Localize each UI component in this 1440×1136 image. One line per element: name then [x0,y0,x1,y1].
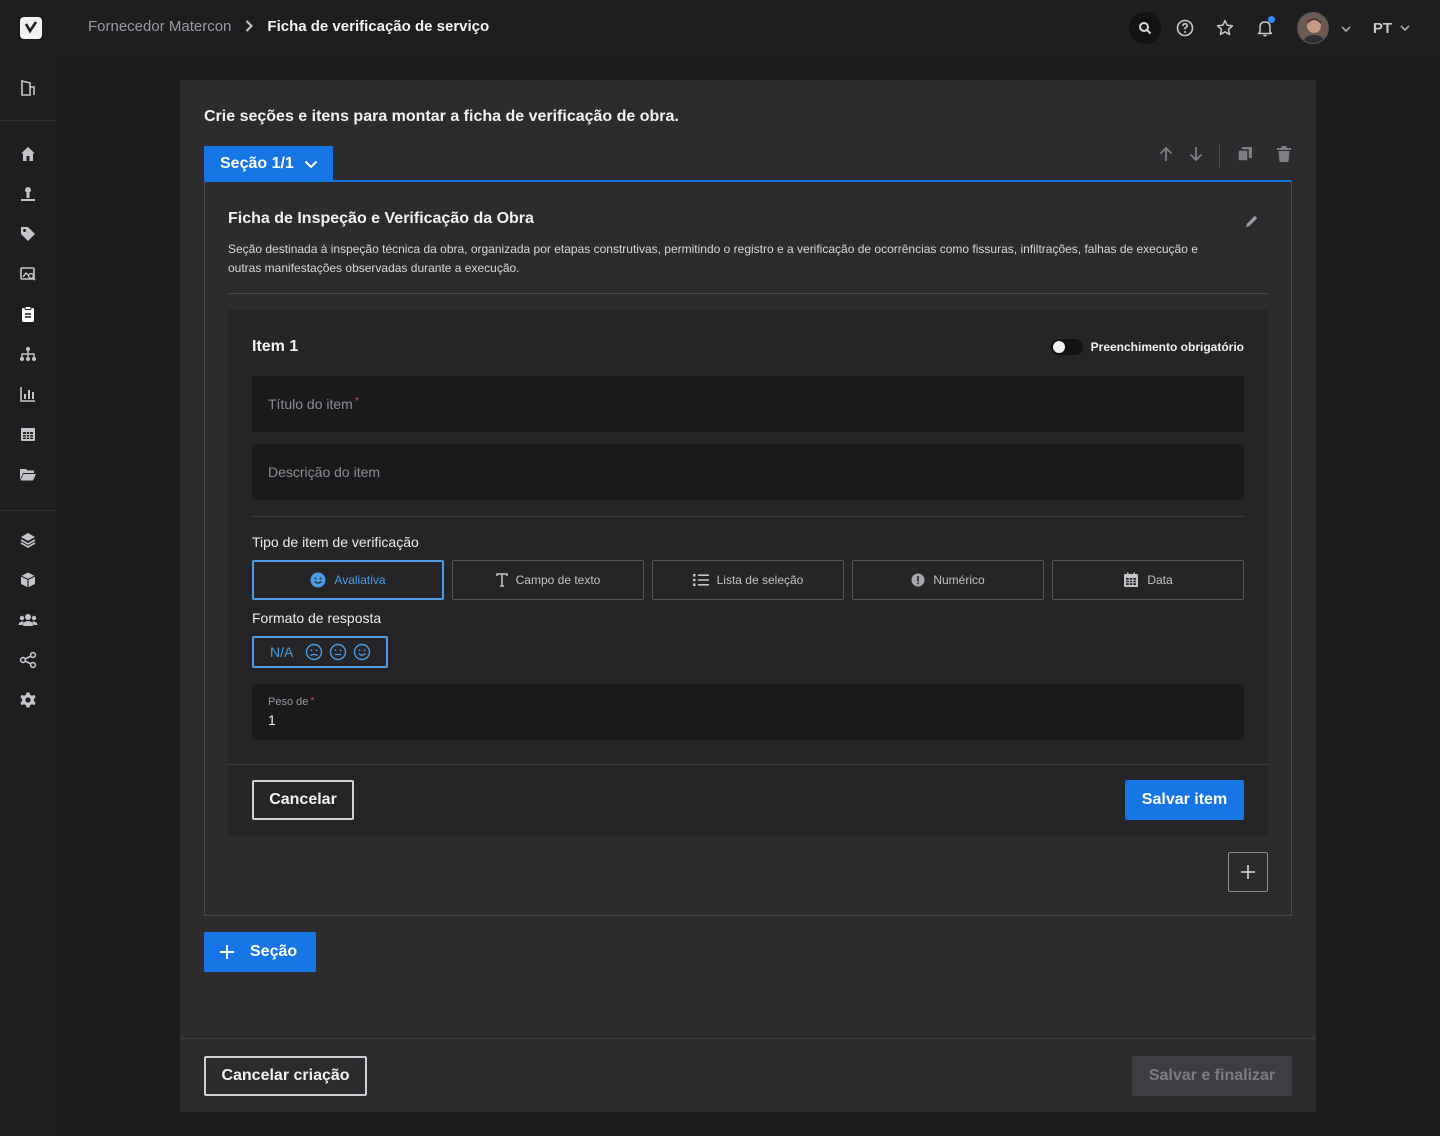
item-description-field[interactable]: Descrição do item [252,444,1244,500]
help-icon[interactable] [1169,12,1201,44]
chevron-down-icon[interactable] [1341,21,1351,35]
page-intro: Crie seções e itens para montar a ficha … [204,108,679,125]
add-section-button[interactable]: Seção [204,932,316,972]
type-option-label: Numérico [933,573,985,587]
calendar-icon [1124,572,1139,587]
weight-label: Peso de * [268,696,315,708]
type-option-lista-de-selecao[interactable]: Lista de seleção [652,560,844,600]
type-option-label: Lista de seleção [716,573,804,587]
breadcrumb-current: Ficha de verificação de serviço [267,18,490,35]
section-tab-label: Seção 1/1 [220,155,294,172]
add-item-button[interactable] [1228,852,1268,892]
save-item-button[interactable]: Salvar item [1125,780,1244,820]
cancel-item-button[interactable]: Cancelar [252,780,354,820]
star-icon[interactable] [1209,12,1241,44]
breadcrumb-parent[interactable]: Fornecedor Matercon [88,18,231,35]
tag-icon[interactable] [18,224,38,244]
section-toolbar [1159,144,1292,168]
sad-face-icon [306,643,323,661]
type-option-label: Avaliativa [334,573,386,587]
type-option-numerico[interactable]: Numérico [852,560,1044,600]
users-icon[interactable] [18,610,38,630]
notification-dot [1267,16,1275,23]
happy-face-icon [354,643,371,661]
item-title: Item 1 [252,338,299,355]
chevron-down-icon [304,160,318,168]
clipboard-icon[interactable] [18,304,38,324]
section-container: Ficha de Inspeção e Verificação da Obra … [204,180,1292,916]
format-label: Formato de resposta [252,610,382,626]
box-icon[interactable] [18,570,38,590]
item-editor-card: Item 1 Preenchimento obrigatório Título … [228,310,1268,836]
divider [228,764,1268,765]
top-bar: Fornecedor Matercon Ficha de verificação… [0,0,1440,56]
hierarchy-icon[interactable] [18,344,38,364]
app-logo[interactable] [20,17,42,39]
format-na-label: N/A [270,644,294,660]
response-format-option[interactable]: N/A [252,636,388,668]
language-label: PT [1372,19,1392,37]
image-search-icon[interactable] [18,264,38,284]
cancel-creation-button[interactable]: Cancelar criação [204,1056,367,1096]
duplicate-icon[interactable] [1236,145,1254,168]
gear-icon[interactable] [18,690,38,710]
divider [180,1038,1316,1039]
share-icon[interactable] [18,650,38,670]
calendar-icon[interactable] [18,424,38,444]
type-option-avaliativa[interactable]: Avaliativa [252,560,444,600]
type-option-data[interactable]: Data [1052,560,1244,600]
neutral-face-icon [330,643,347,661]
section-title: Ficha de Inspeção e Verificação da Obra [228,210,534,227]
type-option-label: Data [1147,573,1173,587]
breadcrumb: Fornecedor Matercon Ficha de verificação… [88,18,489,35]
building-icon[interactable] [18,78,38,98]
sidebar [0,56,56,1136]
arrow-up-icon[interactable] [1159,146,1173,167]
language-selector[interactable]: PT [1373,20,1410,37]
home-icon[interactable] [18,144,38,164]
main-panel: Crie seções e itens para montar a ficha … [180,80,1316,1112]
trash-icon[interactable] [1276,145,1292,168]
item-title-field[interactable]: Título do item * [252,376,1244,432]
bell-icon[interactable] [1249,12,1281,44]
plus-icon [1241,865,1255,879]
pencil-icon[interactable] [1245,214,1259,233]
weight-value: 1 [268,712,276,728]
layers-icon[interactable] [18,530,38,550]
divider [252,516,1244,517]
weight-field[interactable]: Peso de * 1 [252,684,1244,740]
smiley-icon [310,572,326,588]
section-tab[interactable]: Seção 1/1 [204,146,333,182]
top-actions: PT [1121,12,1410,44]
item-description-placeholder: Descrição do item [268,464,381,480]
required-toggle[interactable]: Preenchimento obrigatório [1050,339,1244,355]
toggle-switch[interactable] [1050,339,1083,355]
search-icon[interactable] [1128,12,1161,44]
required-toggle-label: Preenchimento obrigatório [1090,340,1244,354]
divider [228,293,1268,294]
info-icon [911,573,925,587]
text-icon [495,573,508,587]
plus-icon [220,945,234,959]
type-selector: Avaliativa Campo de texto Lista de seleç… [252,560,1244,600]
folder-icon[interactable] [18,464,38,484]
item-title-placeholder: Título do item * [268,396,359,412]
chevron-right-icon [245,19,254,35]
chart-icon[interactable] [18,384,38,404]
worker-icon[interactable] [18,184,38,204]
save-and-finish-button[interactable]: Salvar e finalizar [1132,1056,1292,1096]
type-option-campo-de-texto[interactable]: Campo de texto [452,560,644,600]
chevron-down-icon [1400,25,1410,31]
type-option-label: Campo de texto [515,573,601,587]
type-label: Tipo de item de verificação [252,534,419,550]
add-section-label: Seção [250,943,298,960]
avatar[interactable] [1296,12,1329,44]
section-description: Seção destinada à inspeção técnica da ob… [228,242,1198,275]
list-icon [692,574,709,586]
arrow-down-icon[interactable] [1189,146,1203,167]
